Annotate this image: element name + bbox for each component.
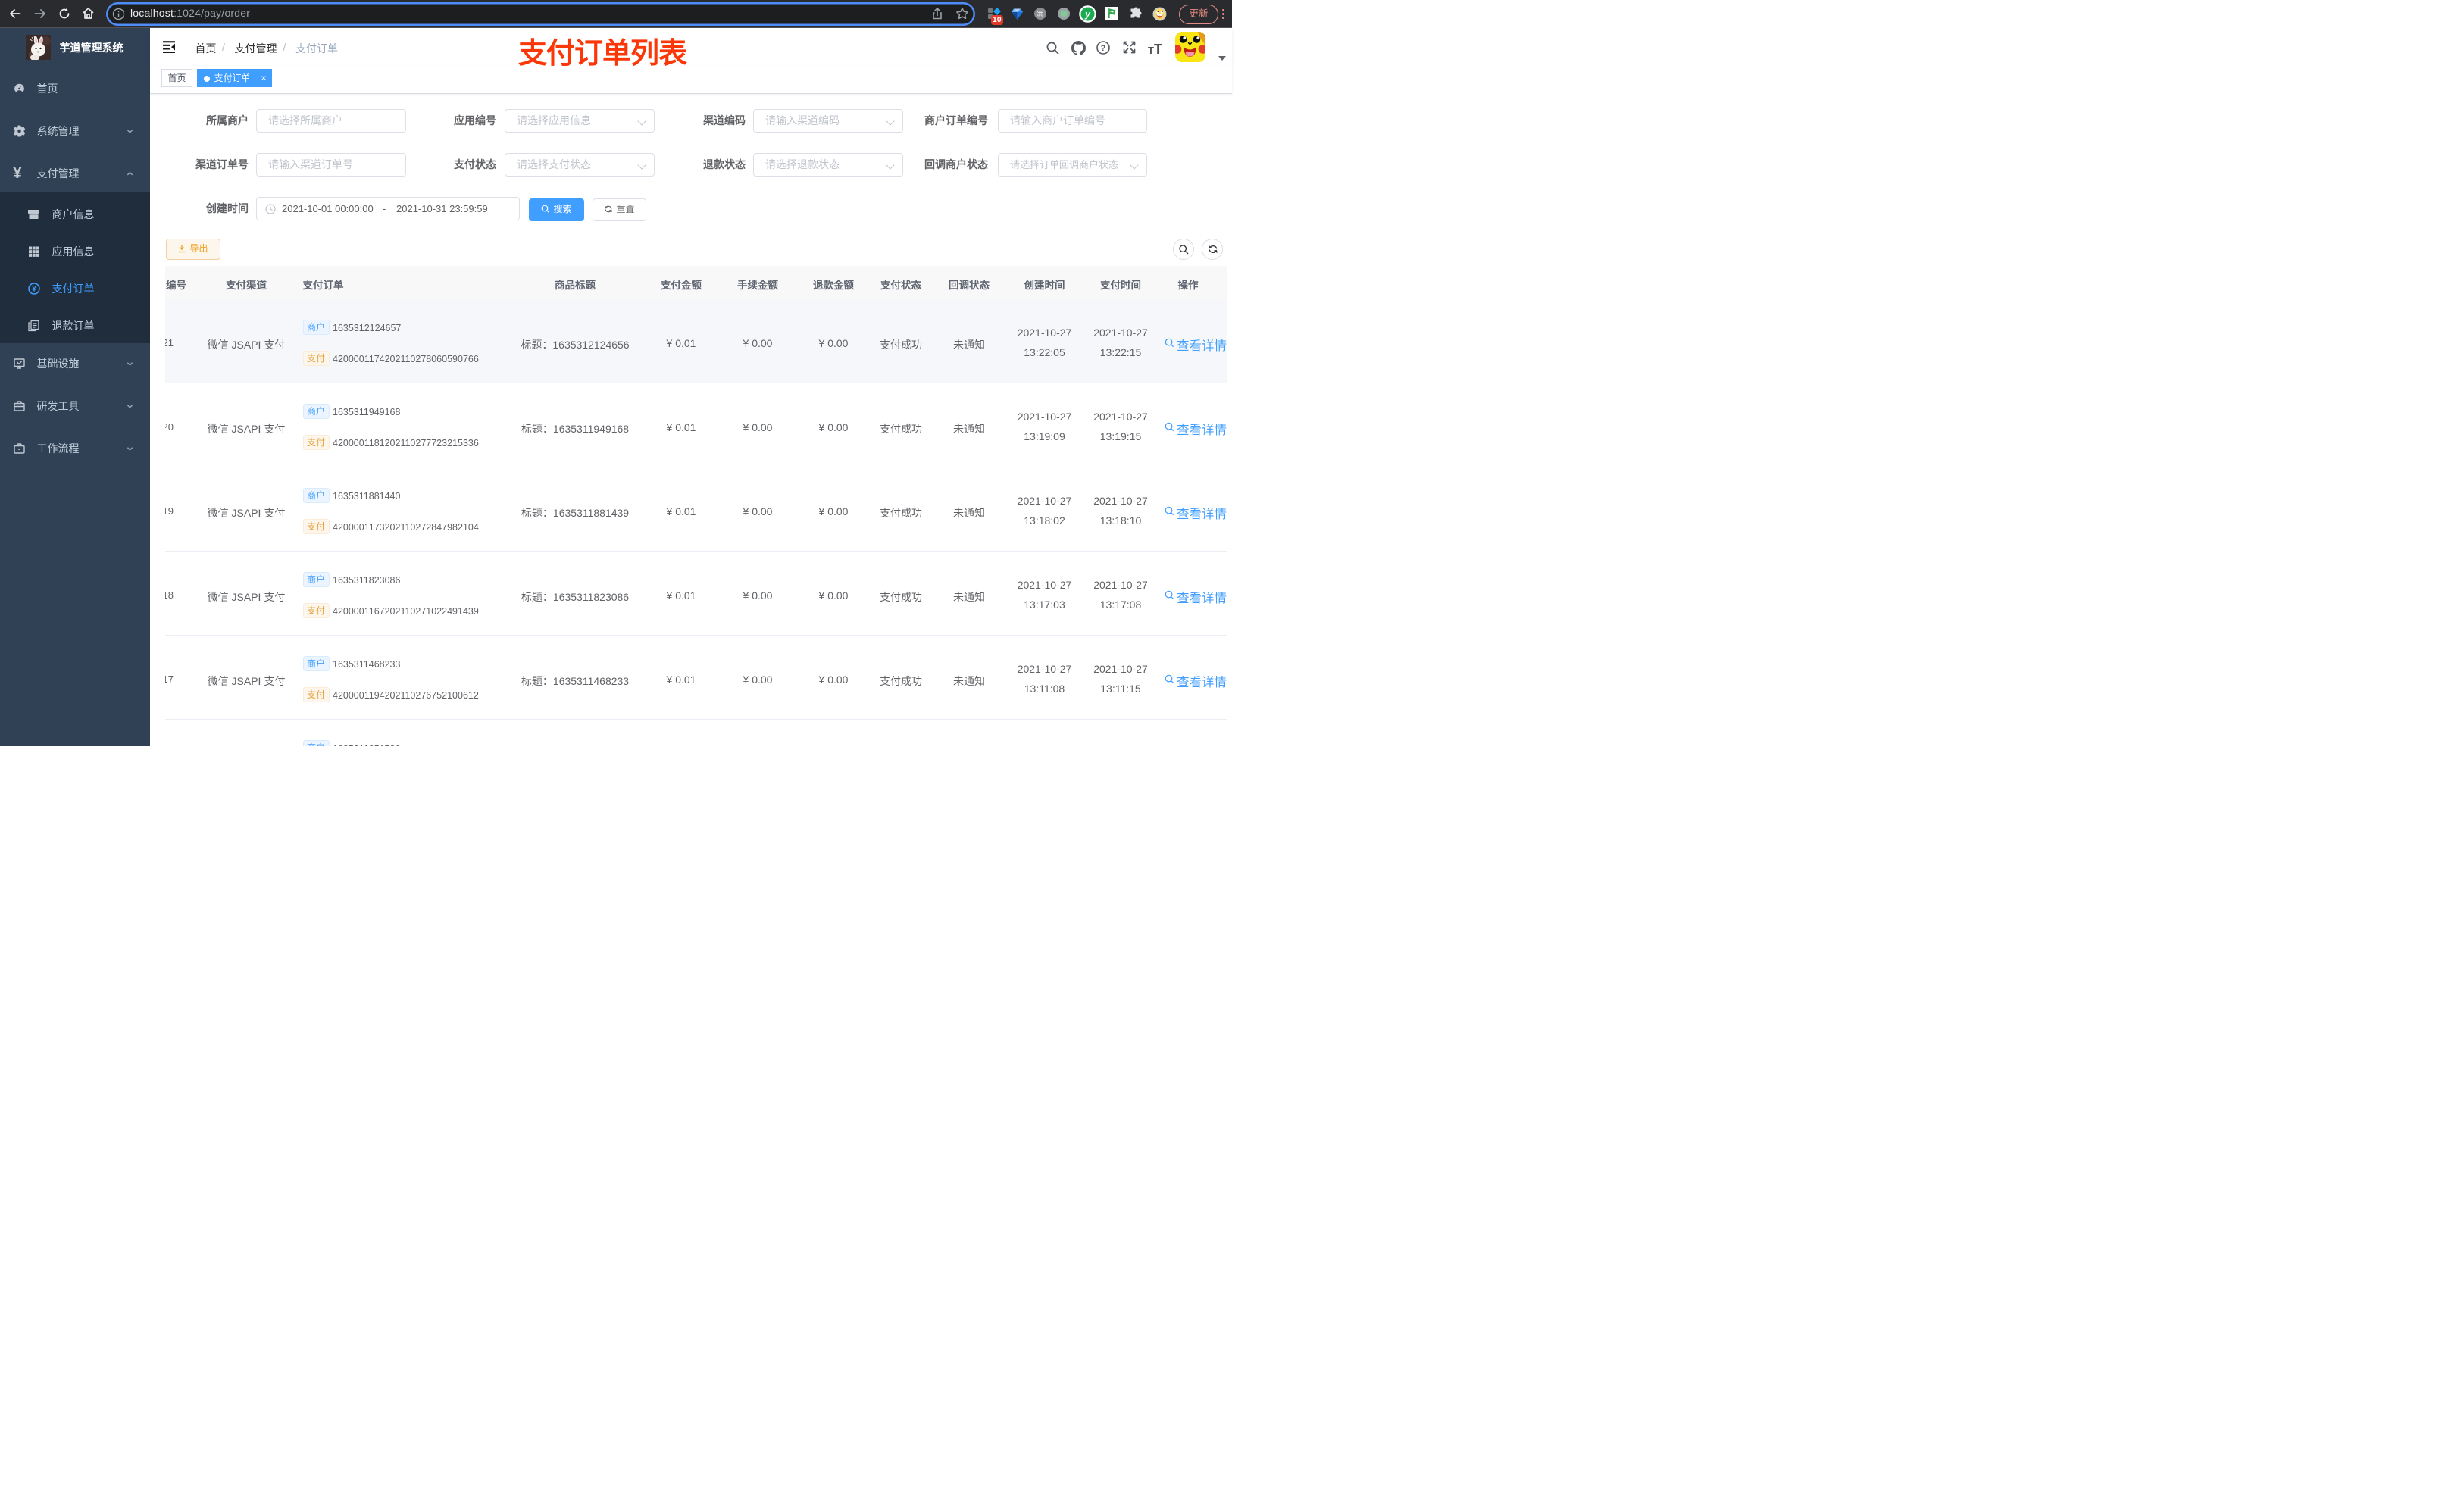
svg-text:⌘: ⌘ <box>1037 11 1044 19</box>
svg-text:y: y <box>1084 9 1091 20</box>
svg-text:?: ? <box>1101 44 1106 53</box>
svg-text:¥: ¥ <box>32 286 36 294</box>
